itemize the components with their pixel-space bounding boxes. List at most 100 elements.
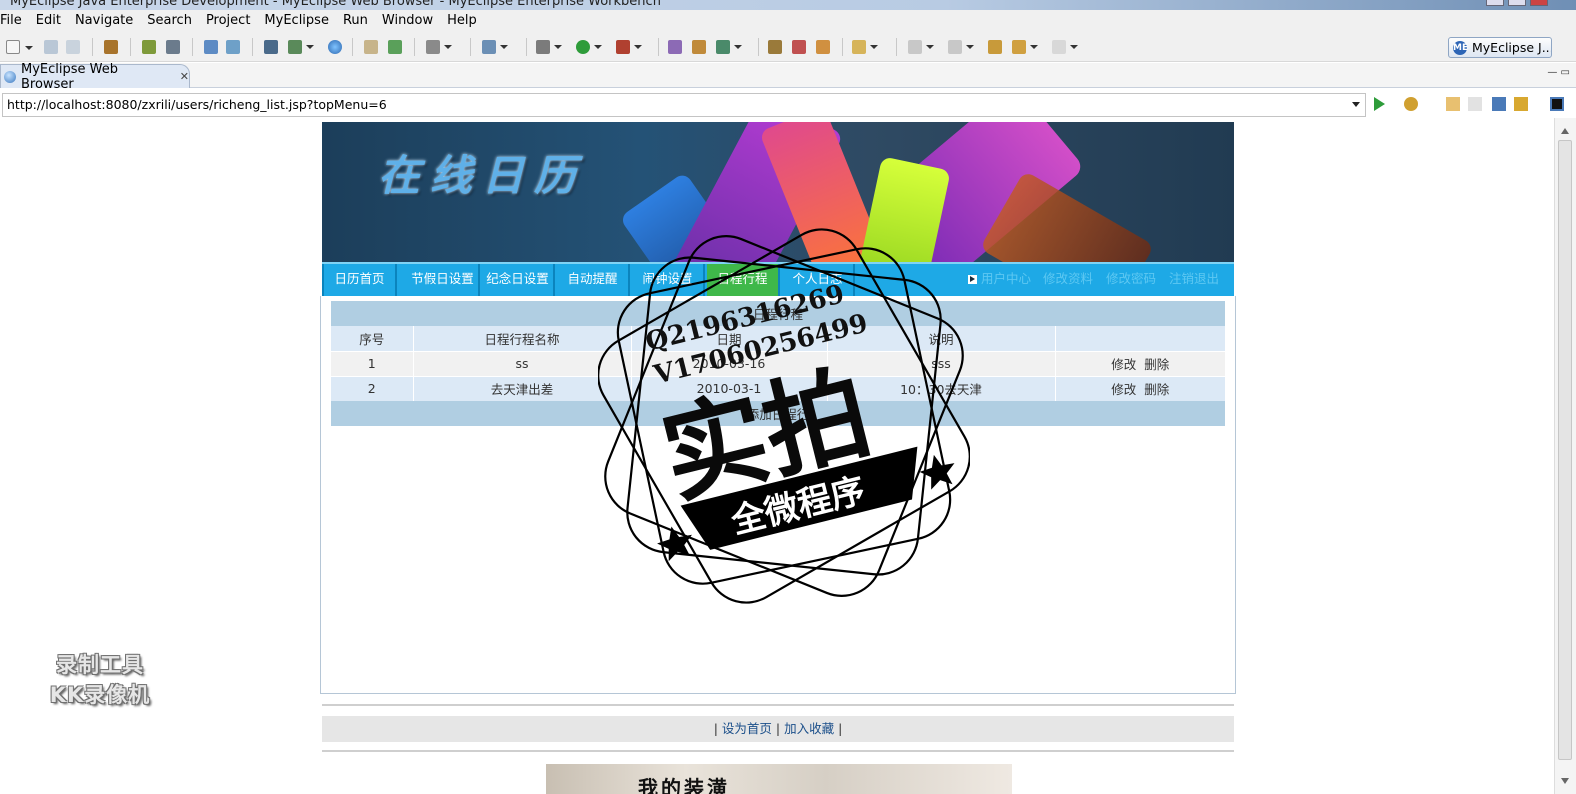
main-toolbar: [0, 32, 1576, 85]
new-icon[interactable]: [6, 40, 33, 54]
watermark-line2: KK录像机: [49, 683, 151, 707]
vertical-scrollbar[interactable]: [1554, 118, 1576, 794]
package-icon[interactable]: [104, 40, 118, 54]
nav-logout[interactable]: 注销退出: [1169, 264, 1219, 296]
stamp-watermark: Q2196316269 V17060256499 实拍 全微程序: [598, 228, 970, 604]
edit-link[interactable]: 修改: [1111, 357, 1136, 372]
menu-window[interactable]: Window: [375, 10, 440, 32]
add-bookmark-link[interactable]: 加入收藏: [784, 721, 834, 736]
browser-tools-icon[interactable]: [1404, 97, 1418, 111]
site-title: 在线日历: [378, 151, 587, 200]
refresh-icon[interactable]: [716, 40, 742, 54]
save-all-icon[interactable]: [66, 40, 80, 54]
wizard-icon[interactable]: [204, 40, 218, 54]
edit-link[interactable]: 修改: [1111, 382, 1136, 397]
server-icon[interactable]: [142, 40, 156, 54]
window-title-bar: MyEclipse Java Enterprise Development - …: [0, 0, 1576, 10]
menu-bar: File Edit Navigate Search Project MyEcli…: [0, 10, 1576, 32]
next-annotation-icon[interactable]: [908, 40, 934, 54]
pin-icon[interactable]: [792, 40, 806, 54]
add-icon[interactable]: [388, 40, 402, 54]
perspective-label: MyEclipse J...: [1472, 40, 1552, 55]
back-icon[interactable]: [1012, 40, 1038, 54]
search-file-icon[interactable]: [226, 40, 240, 54]
hierarchy-icon[interactable]: [668, 40, 682, 54]
cell-actions: 修改 删除: [1055, 375, 1225, 401]
minimize-button[interactable]: [1486, 0, 1504, 6]
menu-project[interactable]: Project: [199, 10, 257, 32]
footer-sep: |: [713, 721, 718, 736]
menu-run[interactable]: Run: [336, 10, 375, 32]
perspective-button[interactable]: ME MyEclipse J...: [1448, 37, 1552, 58]
footer-sep: |: [838, 721, 843, 736]
nav-user-center[interactable]: 用户中心: [981, 264, 1031, 296]
footer-divider: [322, 704, 1234, 706]
screen-icon[interactable]: [426, 40, 452, 54]
save-icon[interactable]: [44, 40, 58, 54]
go-icon[interactable]: [1374, 97, 1385, 111]
prev-annotation-icon[interactable]: [948, 40, 974, 54]
deploy-icon[interactable]: [166, 40, 180, 54]
menu-search[interactable]: Search: [140, 10, 199, 32]
set-homepage-link[interactable]: 设为首页: [722, 721, 772, 736]
folder-icon[interactable]: [852, 40, 878, 54]
scroll-thumb[interactable]: [1558, 140, 1572, 760]
delete-link[interactable]: 删除: [1144, 382, 1169, 397]
refresh-page-icon[interactable]: [1514, 97, 1528, 111]
star-icon: [657, 526, 693, 562]
cell-no: 1: [331, 350, 414, 376]
debug-icon[interactable]: [536, 40, 562, 54]
footer-sep: |: [775, 721, 781, 736]
scroll-down-icon[interactable]: [1561, 778, 1569, 788]
browser-back-icon[interactable]: [1446, 97, 1460, 111]
last-edit-icon[interactable]: [988, 40, 1002, 54]
open-folder-icon[interactable]: [364, 40, 378, 54]
run-server-icon[interactable]: [288, 40, 314, 54]
browser-icon[interactable]: [328, 40, 342, 54]
watermark-line1: 录制工具: [56, 653, 144, 677]
annotate-icon[interactable]: [816, 40, 830, 54]
minimize-maximize-icon[interactable]: — ▭: [1547, 67, 1570, 78]
globe-icon: [4, 70, 16, 83]
nav-edit-profile[interactable]: 修改资料: [1043, 264, 1093, 296]
menu-edit[interactable]: Edit: [29, 10, 68, 32]
db-icon[interactable]: [264, 40, 278, 54]
close-tab-icon[interactable]: ✕: [180, 70, 189, 83]
menu-help[interactable]: Help: [440, 10, 484, 32]
config-icon[interactable]: [482, 40, 508, 54]
col-header-actions: [1055, 326, 1225, 351]
maximize-button[interactable]: [1508, 0, 1526, 6]
url-dropdown-icon[interactable]: [1352, 102, 1360, 111]
cell-no: 2: [331, 375, 414, 401]
menu-file[interactable]: File: [0, 10, 29, 32]
menu-myeclipse[interactable]: MyEclipse: [257, 10, 336, 32]
browser-address-row: http://localhost:8080/zxrili/users/riche…: [0, 92, 1576, 118]
tab-label: MyEclipse Web Browser: [21, 61, 118, 92]
bottom-banner-image: 我的装潢: [546, 764, 1012, 794]
nav-calendar-home[interactable]: 日历首页: [322, 264, 397, 296]
browser-forward-icon[interactable]: [1468, 97, 1482, 111]
external-tools-icon[interactable]: [616, 40, 642, 54]
recorder-watermark: 录制工具 KK录像机: [30, 650, 170, 710]
nav-change-password[interactable]: 修改密码: [1106, 264, 1156, 296]
site-footer: | 设为首页 | 加入收藏 |: [322, 716, 1234, 742]
forward-icon[interactable]: [1052, 40, 1078, 54]
close-window-button[interactable]: [1530, 0, 1548, 6]
task-icon[interactable]: [768, 40, 782, 54]
nav-holiday-settings[interactable]: 节假日设置: [407, 264, 480, 296]
run-icon[interactable]: [576, 40, 602, 54]
editor-tab-row: MyEclipse Web Browser ✕ — ▭: [0, 62, 1576, 92]
plugin-icon[interactable]: [692, 40, 706, 54]
scroll-up-icon[interactable]: [1561, 124, 1569, 134]
url-input[interactable]: http://localhost:8080/zxrili/users/riche…: [2, 93, 1366, 117]
console-icon[interactable]: [1550, 97, 1564, 111]
stop-icon[interactable]: [1492, 97, 1506, 111]
menu-navigate[interactable]: Navigate: [68, 10, 140, 32]
window-title: MyEclipse Java Enterprise Development - …: [10, 0, 661, 9]
cell-actions: 修改 删除: [1055, 350, 1225, 376]
footer-divider: [322, 750, 1234, 752]
tab-web-browser[interactable]: MyEclipse Web Browser ✕: [0, 62, 190, 92]
myeclipse-logo-icon: ME: [1453, 40, 1469, 55]
delete-link[interactable]: 删除: [1144, 357, 1169, 372]
nav-anniversary-settings[interactable]: 纪念日设置: [482, 264, 555, 296]
